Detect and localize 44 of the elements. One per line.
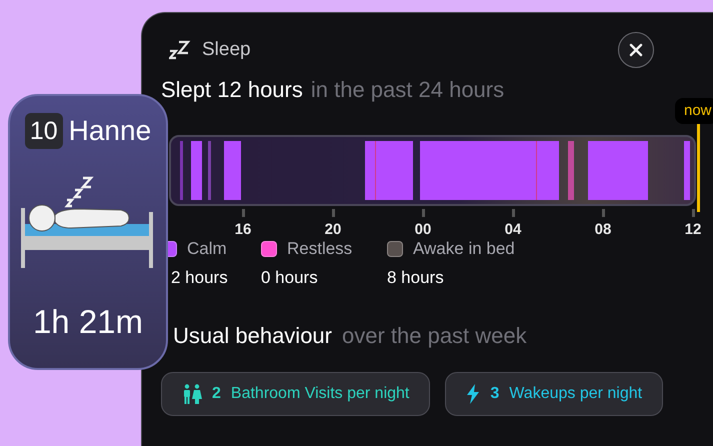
tick-mark bbox=[332, 209, 335, 217]
lightning-icon bbox=[466, 384, 480, 404]
tick-mark bbox=[602, 209, 605, 217]
time-label: 12 bbox=[684, 220, 702, 240]
legend-label: Awake in bed bbox=[413, 238, 515, 260]
sleep-duration: 1h 21m bbox=[32, 302, 144, 342]
sleep-segment bbox=[365, 141, 413, 200]
tick-mark bbox=[422, 209, 425, 217]
tick-mark bbox=[692, 209, 695, 217]
now-label: now bbox=[675, 98, 713, 124]
sleep-segment bbox=[208, 141, 211, 200]
restless-mark bbox=[375, 141, 376, 200]
tick-mark bbox=[512, 209, 515, 217]
panel-title: Sleep bbox=[202, 38, 251, 62]
time-label: 00 bbox=[414, 220, 432, 240]
sleep-icon bbox=[169, 40, 191, 60]
restless-mark bbox=[536, 141, 537, 200]
legend-value: 0 hours bbox=[261, 267, 319, 289]
sleep-segment bbox=[684, 141, 690, 200]
legend-label: Restless bbox=[287, 238, 352, 260]
stat-button[interactable]: 3 Wakeups per night bbox=[445, 372, 664, 416]
usual-heading: Usual behaviour bbox=[173, 322, 332, 350]
sleep-segment bbox=[224, 141, 241, 200]
legend-label: Calm bbox=[187, 238, 227, 260]
tick-mark bbox=[242, 209, 245, 217]
close-icon bbox=[629, 43, 643, 57]
legend-value: 8 hours bbox=[387, 267, 445, 289]
sleep-segment bbox=[180, 141, 183, 200]
sleep-segment bbox=[568, 141, 574, 200]
time-label: 04 bbox=[504, 220, 522, 240]
room-number: 10 bbox=[24, 113, 63, 149]
legend-value: 2 hours bbox=[170, 267, 229, 289]
summary-period: in the past 24 hours bbox=[310, 76, 504, 104]
resident-name: Hanne bbox=[68, 114, 152, 148]
time-label: 08 bbox=[594, 220, 612, 240]
close-button[interactable] bbox=[618, 32, 654, 68]
stat-button[interactable]: 2 Bathroom Visits per night bbox=[161, 372, 430, 416]
time-label: 20 bbox=[324, 220, 342, 240]
sleep-segment bbox=[191, 141, 202, 200]
time-label: 16 bbox=[234, 220, 252, 240]
people-icon bbox=[182, 384, 202, 404]
sleep-summary: Slept 12 hours bbox=[161, 76, 303, 104]
sleep-segment bbox=[588, 141, 648, 200]
usual-period: over the past week bbox=[342, 322, 527, 350]
